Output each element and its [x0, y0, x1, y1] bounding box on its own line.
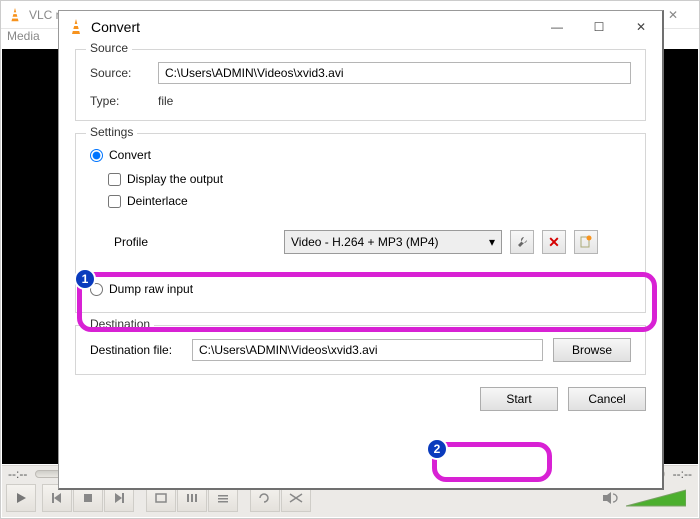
dump-raw-label: Dump raw input	[109, 282, 193, 296]
profile-label: Profile	[114, 235, 284, 249]
deinterlace-checkbox[interactable]	[108, 195, 121, 208]
deinterlace-label: Deinterlace	[127, 194, 188, 208]
delete-profile-button[interactable]: ✕	[542, 230, 566, 254]
edit-profile-button[interactable]	[510, 230, 534, 254]
dialog-titlebar[interactable]: Convert — ☐ ✕	[59, 11, 662, 43]
source-legend: Source	[86, 41, 132, 55]
source-group: Source Source: Type: file	[75, 49, 646, 121]
dialog-maximize-button[interactable]: ☐	[578, 11, 620, 43]
dialog-title: Convert	[91, 19, 140, 35]
source-label: Source:	[90, 66, 158, 80]
profile-select-value: Video - H.264 + MP3 (MP4)	[291, 235, 439, 249]
destination-legend: Destination	[86, 317, 154, 331]
play-button[interactable]	[6, 484, 36, 512]
dump-raw-radio-row[interactable]: Dump raw input	[90, 282, 631, 296]
dump-raw-radio[interactable]	[90, 283, 103, 296]
convert-radio-label: Convert	[109, 148, 151, 162]
destination-group: Destination Destination file: Browse	[75, 325, 646, 375]
dialog-footer: Start Cancel	[59, 387, 662, 421]
menu-media[interactable]: Media	[7, 29, 40, 43]
chevron-down-icon: ▾	[489, 235, 495, 249]
settings-legend: Settings	[86, 125, 137, 139]
time-total: --:--	[673, 467, 692, 481]
deinterlace-cb-row[interactable]: Deinterlace	[108, 194, 631, 208]
display-output-label: Display the output	[127, 172, 223, 186]
convert-radio-row[interactable]: Convert	[90, 148, 631, 162]
dialog-close-button[interactable]: ✕	[620, 11, 662, 43]
profile-select[interactable]: Video - H.264 + MP3 (MP4) ▾	[284, 230, 502, 254]
profile-row: Profile Video - H.264 + MP3 (MP4) ▾ ✕	[108, 220, 631, 264]
dialog-minimize-button[interactable]: —	[536, 11, 578, 43]
speaker-icon[interactable]	[602, 490, 620, 506]
cancel-button[interactable]: Cancel	[568, 387, 646, 411]
volume-slider[interactable]	[626, 488, 686, 508]
wrench-icon	[515, 235, 529, 249]
vlc-cone-icon	[67, 18, 85, 36]
x-icon: ✕	[548, 234, 560, 251]
type-label: Type:	[90, 94, 158, 108]
new-doc-icon	[579, 235, 593, 249]
vlc-cone-icon	[7, 7, 23, 23]
settings-group: Settings Convert Display the output Dein…	[75, 133, 646, 313]
start-button[interactable]: Start	[480, 387, 558, 411]
display-output-cb-row[interactable]: Display the output	[108, 172, 631, 186]
convert-radio[interactable]	[90, 149, 103, 162]
type-value: file	[158, 94, 173, 108]
display-output-checkbox[interactable]	[108, 173, 121, 186]
convert-dialog: Convert — ☐ ✕ Source Source: Type: file …	[58, 10, 664, 490]
new-profile-button[interactable]	[574, 230, 598, 254]
destination-input[interactable]	[192, 339, 543, 361]
source-input[interactable]	[158, 62, 631, 84]
time-elapsed: --:--	[8, 467, 27, 481]
destination-label: Destination file:	[90, 343, 182, 357]
browse-button[interactable]: Browse	[553, 338, 631, 362]
